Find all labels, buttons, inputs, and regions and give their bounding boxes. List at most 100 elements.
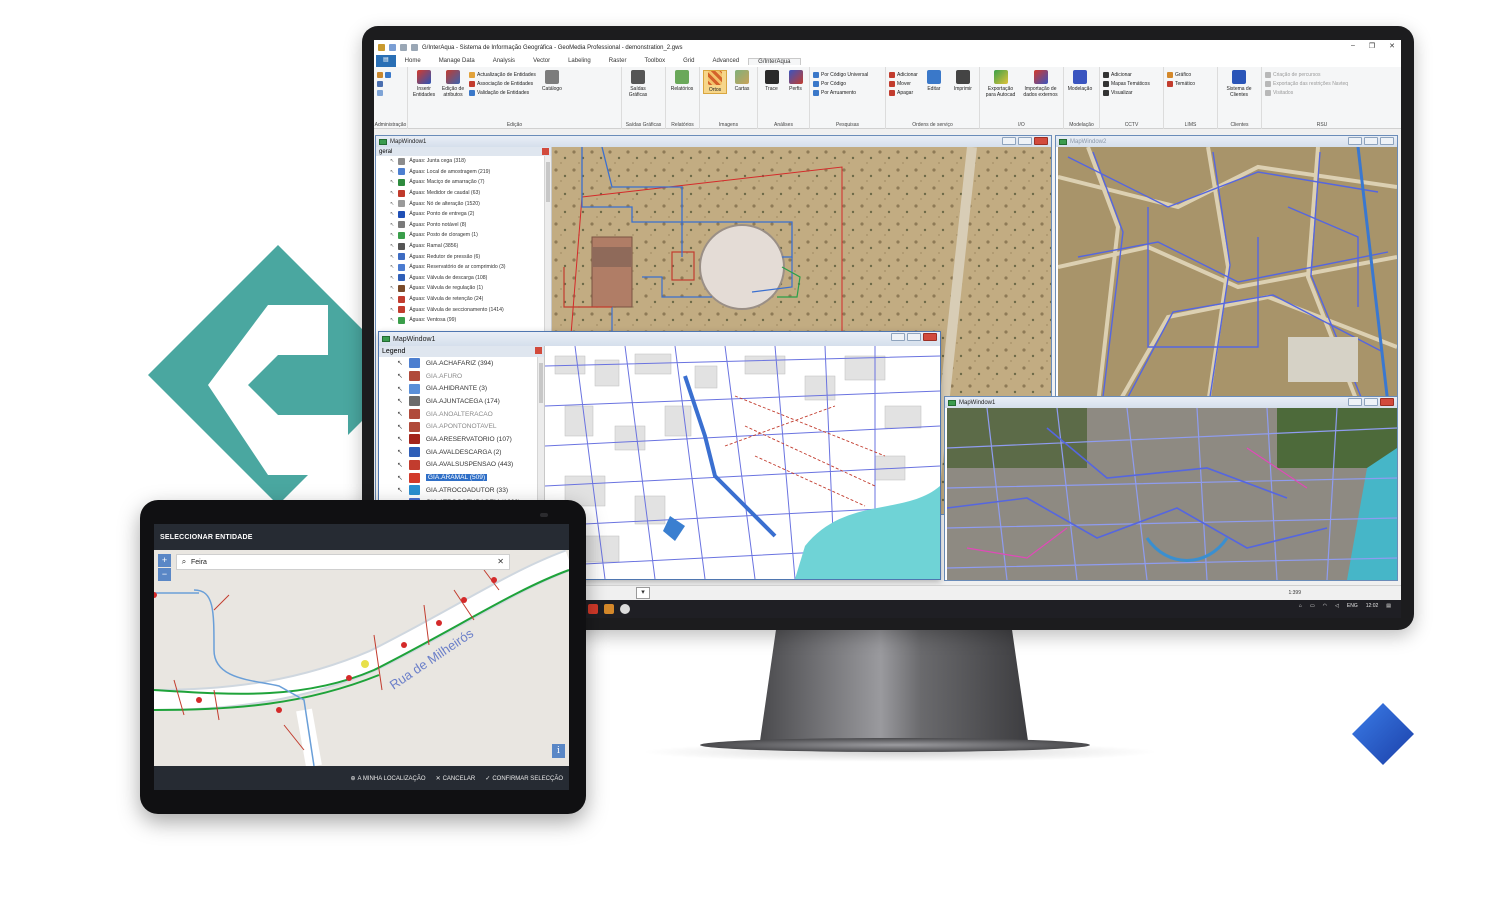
edicao-atributos-button[interactable]: Edição de atributos xyxy=(440,70,466,98)
pesquisa-codigo-button[interactable]: Por Código xyxy=(813,81,868,87)
tab-toolbox[interactable]: Toolbox xyxy=(635,58,674,64)
maximize-icon[interactable] xyxy=(907,333,921,341)
info-button[interactable]: i xyxy=(552,744,565,758)
cctv-adicionar-button[interactable]: Adicionar xyxy=(1103,72,1150,78)
pesquisa-arruamento-button[interactable]: Por Arruamento xyxy=(813,90,868,96)
mapwindow-2[interactable]: MapWindow2 xyxy=(1055,135,1398,405)
legend-item[interactable]: ↖ Águas: Válvula de seccionamento (1414) xyxy=(376,304,551,315)
tab-advanced[interactable]: Advanced xyxy=(703,58,748,64)
legend-item[interactable]: ↖ GIA.ARAMAL (509) xyxy=(379,471,544,484)
legend-item[interactable]: ↖ GIA.AFURO xyxy=(379,370,544,383)
mapwindow-titlebar[interactable]: MapWindow1 xyxy=(379,332,940,346)
legend-item[interactable]: ↖ Águas: Redutor de pressão (6) xyxy=(376,251,551,262)
legend-item[interactable]: ↖ GIA.ATROCOADUTOR (33) xyxy=(379,484,544,497)
exportacao-autocad-button[interactable]: Exportação para Autocad xyxy=(983,70,1018,98)
search-input[interactable]: Feira xyxy=(191,559,207,566)
legend-item[interactable]: ↖ GIA.ARESERVATORIO (107) xyxy=(379,433,544,446)
minimize-icon[interactable] xyxy=(1002,137,1016,145)
search-box[interactable]: ⌕ Feira ✕ xyxy=(176,554,510,570)
cartas-button[interactable]: Cartas xyxy=(730,70,754,92)
admin-config-icon[interactable] xyxy=(377,81,391,87)
legend-item[interactable]: ↖ Águas: Ponto de entrega (2) xyxy=(376,209,551,220)
close-icon[interactable]: ✕ xyxy=(1389,42,1395,50)
tab-vector[interactable]: Vector xyxy=(524,58,559,64)
legend-item[interactable]: ↖ Águas: Posto de cloragem (1) xyxy=(376,230,551,241)
close-icon[interactable] xyxy=(535,347,542,354)
legend-item[interactable]: ↖ Águas: Ventosa (99) xyxy=(376,315,551,326)
ordem-imprimir-button[interactable]: Imprimir xyxy=(950,70,976,92)
my-location-button[interactable]: ⊕ A MINHA LOCALIZAÇÃO xyxy=(351,775,426,782)
clear-search-icon[interactable]: ✕ xyxy=(497,557,504,566)
ordem-mover-button[interactable]: Mover xyxy=(889,81,918,87)
tablet-map[interactable]: Rua de Milheirós xyxy=(154,550,569,766)
legend-item[interactable]: ↖ Águas: Ponto notável (8) xyxy=(376,220,551,231)
taskbar-settings-icon[interactable] xyxy=(620,604,630,614)
trace-button[interactable]: Trace xyxy=(761,70,782,92)
legend-item[interactable]: ↖ Águas: Ramal (3856) xyxy=(376,241,551,252)
tab-raster[interactable]: Raster xyxy=(600,58,636,64)
cctv-mapas-tematicos-button[interactable]: Mapas Temáticos xyxy=(1103,81,1150,87)
minimize-icon[interactable] xyxy=(1348,398,1362,406)
ordem-adicionar-button[interactable]: Adicionar xyxy=(889,72,918,78)
catalogo-button[interactable]: Catálogo xyxy=(539,70,565,92)
modelacao-button[interactable]: Modelação xyxy=(1067,70,1093,92)
admin-users-icon[interactable] xyxy=(377,72,391,78)
zoom-in-button[interactable]: + xyxy=(158,554,171,567)
notifications-icon[interactable]: ▤ xyxy=(1386,603,1391,609)
taskbar-app-icon[interactable] xyxy=(588,604,598,614)
legend-item[interactable]: ↖ Águas: Reservatório de ar comprimido (3… xyxy=(376,262,551,273)
legend-item[interactable]: ↖ Águas: Nó de alteração (1520) xyxy=(376,198,551,209)
mapwindow-bottom-right[interactable]: MapWindow1 xyxy=(944,396,1398,581)
wifi-icon[interactable]: ◠ xyxy=(1323,603,1327,609)
ortos-button[interactable]: Ortos xyxy=(703,70,728,94)
legend-item[interactable]: ↖ GIA.ANOALTERACAO xyxy=(379,408,544,421)
tab-home[interactable]: Home xyxy=(396,58,430,64)
mapwindow-titlebar[interactable]: MapWindow1 xyxy=(376,136,1051,147)
pesquisa-codigo-universal-button[interactable]: Por Código Universal xyxy=(813,72,868,78)
legend-item[interactable]: ↖ GIA.AJUNTACEGA (174) xyxy=(379,395,544,408)
ordem-apagar-button[interactable]: Apagar xyxy=(889,90,918,96)
associacao-entidades-button[interactable]: Associação de Entidades xyxy=(469,81,536,87)
lims-grafico-button[interactable]: Gráfico xyxy=(1167,72,1195,78)
inserir-entidades-button[interactable]: Inserir Entidades xyxy=(411,70,437,98)
legend-item[interactable]: ↖ GIA.AHIDRANTE (3) xyxy=(379,382,544,395)
legend-item[interactable]: ↖ Águas: Local de amostragem (219) xyxy=(376,167,551,178)
legend-item[interactable]: ↖ Águas: Válvula de descarga (108) xyxy=(376,273,551,284)
legend-item[interactable]: ↖ Águas: Medidor de caudal (63) xyxy=(376,188,551,199)
rsu-exportacao-navteq-button[interactable]: Exportação das restrições Navteq xyxy=(1265,81,1348,87)
legend-item[interactable]: ↖ GIA.AVALDESCARGA (2) xyxy=(379,446,544,459)
maximize-icon[interactable] xyxy=(1364,137,1378,145)
admin-info-icon[interactable] xyxy=(377,90,391,96)
restore-icon[interactable]: ❐ xyxy=(1369,42,1375,50)
perfis-button[interactable]: Perfis xyxy=(785,70,806,92)
legend-item[interactable]: ↖ Águas: Válvula de regulação (1) xyxy=(376,283,551,294)
importacao-dados-button[interactable]: Importação de dados externos xyxy=(1021,70,1060,98)
relatorios-button[interactable]: Relatórios xyxy=(669,70,695,92)
legend-item[interactable]: ↖ Águas: Maciço de amarração (7) xyxy=(376,177,551,188)
legend-item[interactable]: ↖ Águas: Válvula de retenção (24) xyxy=(376,294,551,305)
legend-item[interactable]: ↖ Águas: Junta cega (318) xyxy=(376,156,551,167)
tab-labeling[interactable]: Labeling xyxy=(559,58,600,64)
clock[interactable]: 12:02 xyxy=(1366,603,1379,609)
lims-tematico-button[interactable]: Temático xyxy=(1167,81,1195,87)
city-overview-map[interactable] xyxy=(947,408,1397,580)
vector-network-map[interactable] xyxy=(545,346,940,579)
sistema-clientes-button[interactable]: Sistema de Clientes xyxy=(1221,70,1257,98)
tab-ginteraqua[interactable]: G/InterAqua xyxy=(748,57,801,65)
quick-access-redo-icon[interactable] xyxy=(411,44,418,51)
language-indicator[interactable]: ENG xyxy=(1347,603,1358,609)
minimize-icon[interactable] xyxy=(1348,137,1362,145)
network-icon[interactable]: ⌂ xyxy=(1299,603,1302,609)
legend-item[interactable]: ↖ GIA.APONTONOTAVEL xyxy=(379,420,544,433)
minimize-icon[interactable]: – xyxy=(1351,42,1355,50)
close-icon[interactable] xyxy=(1034,137,1048,145)
file-tab[interactable]: ▤ xyxy=(376,55,396,67)
actualizacao-entidades-button[interactable]: Actualização de Entidades xyxy=(469,72,536,78)
saidas-graficas-button[interactable]: Saídas Gráficas xyxy=(625,70,651,98)
maximize-icon[interactable] xyxy=(1018,137,1032,145)
close-icon[interactable] xyxy=(923,333,937,341)
cancel-button[interactable]: ✕ CANCELAR xyxy=(436,775,476,782)
battery-icon[interactable]: ▭ xyxy=(1310,603,1315,609)
tab-manage-data[interactable]: Manage Data xyxy=(430,58,484,64)
quick-access-undo-icon[interactable] xyxy=(400,44,407,51)
